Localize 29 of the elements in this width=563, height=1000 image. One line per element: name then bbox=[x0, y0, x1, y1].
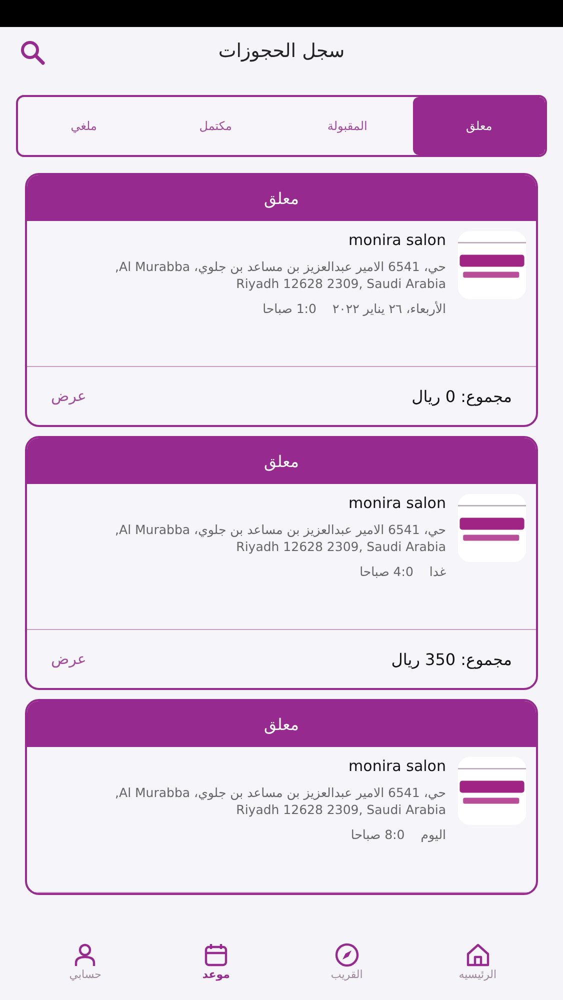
search-icon[interactable] bbox=[20, 40, 46, 66]
status-tab[interactable]: معلق bbox=[413, 97, 545, 155]
home-icon bbox=[464, 942, 491, 968]
nav-item[interactable]: الرئيسيه bbox=[412, 922, 543, 1000]
calendar-icon bbox=[203, 942, 230, 968]
status-tab[interactable]: ملغي bbox=[18, 97, 150, 155]
booking-status: معلق bbox=[264, 188, 299, 208]
nav-item[interactable]: موعد bbox=[150, 922, 282, 1000]
booking-date: اليوم bbox=[420, 826, 446, 842]
salon-name: monira salon bbox=[348, 757, 446, 775]
page-title: سجل الحجوزات bbox=[218, 40, 345, 62]
booking-date: غدا bbox=[429, 564, 446, 579]
nav-item[interactable]: القريب bbox=[282, 922, 412, 1000]
view-link[interactable]: عرض bbox=[51, 387, 86, 405]
status-tab[interactable]: المقبولة bbox=[282, 97, 414, 155]
compass-icon bbox=[334, 942, 360, 968]
booking-total: مجموع: 350 ريال bbox=[391, 650, 512, 668]
nav-item[interactable]: حسابي bbox=[20, 922, 151, 1000]
view-link[interactable]: عرض bbox=[51, 650, 86, 668]
booking-date: الأربعاء، ٢٦ يناير ٢٠٢٢ bbox=[332, 300, 446, 316]
booking-status: معلق bbox=[264, 452, 299, 470]
booking-time: 1:0 صباحا bbox=[262, 300, 316, 316]
booking-time: 8:0 صباحا bbox=[350, 826, 405, 842]
booking-total: مجموع: 0 ريال bbox=[412, 386, 512, 406]
booking-time: 4:0 صباحا bbox=[360, 564, 414, 579]
salon-name: monira salon bbox=[348, 231, 446, 249]
salon-name: monira salon bbox=[348, 494, 446, 512]
booking-status: معلق bbox=[264, 714, 299, 734]
status-tab[interactable]: مكتمل bbox=[150, 97, 282, 155]
